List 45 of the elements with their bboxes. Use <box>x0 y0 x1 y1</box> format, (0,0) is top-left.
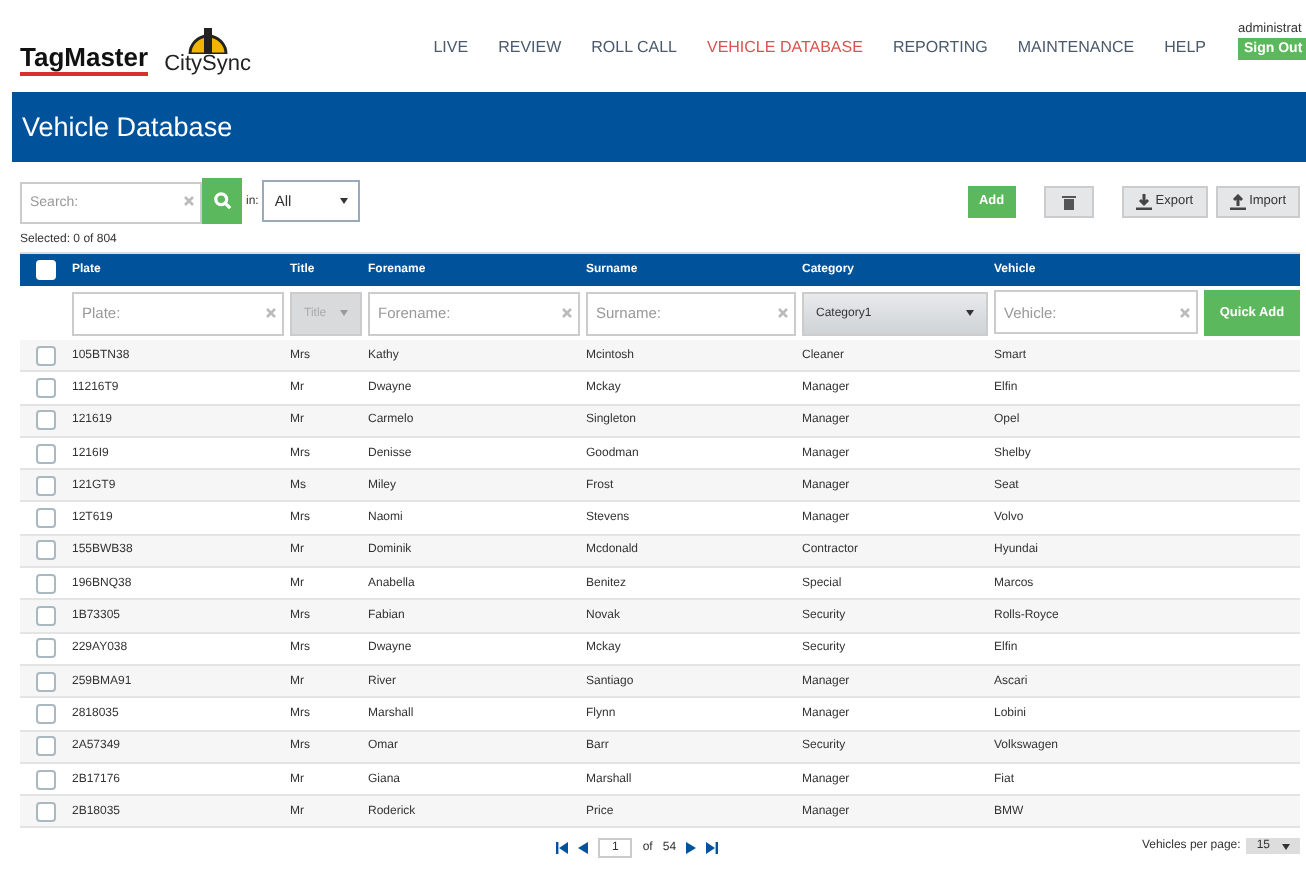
first-page-icon[interactable] <box>556 842 568 855</box>
upload-icon <box>1229 193 1246 209</box>
row-checkbox[interactable] <box>36 573 56 594</box>
row-checkbox[interactable] <box>36 638 56 659</box>
clear-icon[interactable] <box>266 308 276 318</box>
caret-icon <box>1282 843 1290 850</box>
sub-brand-logo: CitySync <box>164 53 251 75</box>
row-checkbox[interactable] <box>36 769 56 789</box>
trash-icon <box>1061 193 1076 209</box>
clear-icon[interactable] <box>1180 307 1190 317</box>
row-checkbox[interactable] <box>36 703 56 724</box>
caret-icon <box>340 198 349 204</box>
nav-link[interactable]: REPORTING <box>892 37 988 55</box>
search-button[interactable] <box>202 178 242 224</box>
row-checkbox[interactable] <box>36 736 56 757</box>
next-page-icon[interactable] <box>686 842 697 855</box>
select-all-checkbox[interactable] <box>36 260 56 280</box>
nav-link[interactable]: ROLL CALL <box>591 37 677 55</box>
row-checkbox[interactable] <box>36 443 56 464</box>
page-title: Vehicle Database <box>22 112 233 142</box>
nav-link[interactable]: HELP <box>1164 37 1206 55</box>
row-checkbox[interactable] <box>36 377 56 398</box>
nav-link[interactable]: MAINTENANCE <box>1017 37 1135 55</box>
caret-icon <box>340 310 348 316</box>
clear-icon[interactable] <box>562 308 572 318</box>
row-checkbox[interactable] <box>36 410 56 431</box>
delete-button[interactable] <box>1043 185 1094 217</box>
row-checkbox[interactable] <box>36 508 56 529</box>
nav-link[interactable]: LIVE <box>433 37 469 55</box>
row-checkbox[interactable] <box>36 345 56 366</box>
row-checkbox[interactable] <box>36 671 56 692</box>
download-icon <box>1135 193 1152 209</box>
caret-icon <box>966 310 974 316</box>
brand-logo: TagMaster <box>20 43 149 75</box>
nav-link[interactable]: VEHICLE DATABASE <box>706 37 863 55</box>
row-checkbox[interactable] <box>36 606 56 627</box>
row-checkbox[interactable] <box>36 801 56 822</box>
row-checkbox[interactable] <box>36 475 56 496</box>
last-page-icon[interactable] <box>706 842 719 855</box>
clear-icon[interactable] <box>778 308 788 318</box>
row-checkbox[interactable] <box>36 540 56 561</box>
previous-page-icon[interactable] <box>578 842 588 855</box>
search-icon <box>213 192 231 210</box>
nav-link[interactable]: REVIEW <box>498 37 562 55</box>
clear-icon[interactable] <box>184 196 194 206</box>
